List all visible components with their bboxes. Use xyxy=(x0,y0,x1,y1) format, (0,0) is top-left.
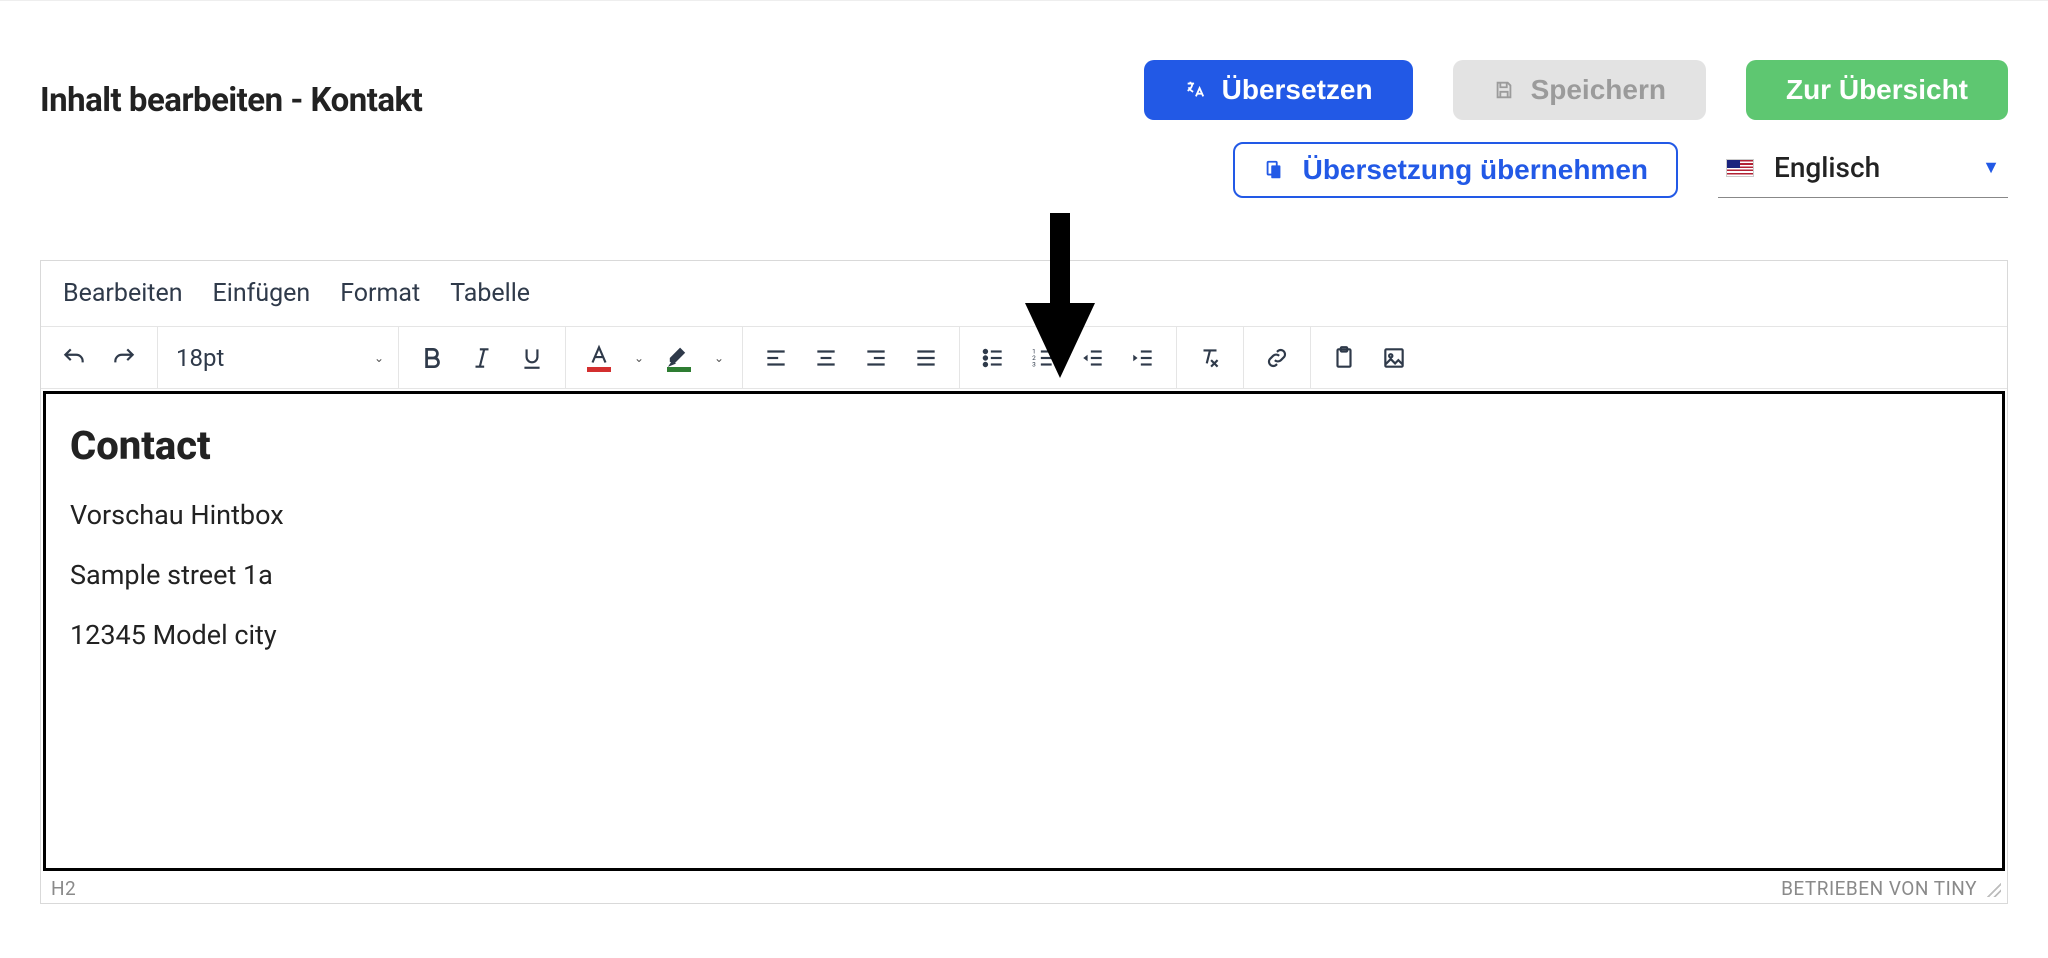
chevron-down-icon: ⌄ xyxy=(714,351,724,365)
numbered-list-button[interactable]: 123 xyxy=(1020,335,1066,381)
editor-statusbar: H2 BETRIEBEN VON TINY xyxy=(41,873,2007,903)
text-color-dropdown[interactable]: ⌄ xyxy=(626,335,652,381)
language-label: Englisch xyxy=(1774,151,1880,184)
clear-formatting-button[interactable] xyxy=(1187,335,1233,381)
undo-button[interactable] xyxy=(51,335,97,381)
flag-icon xyxy=(1726,159,1754,177)
font-size-select[interactable]: 18pt ⌄ xyxy=(158,327,398,388)
align-right-button[interactable] xyxy=(853,335,899,381)
editor-content[interactable]: Contact Vorschau Hintbox Sample street 1… xyxy=(43,391,2005,871)
content-heading: Contact xyxy=(70,422,1978,469)
secondary-row: Übersetzung übernehmen Englisch ▼ xyxy=(40,142,2008,198)
toolbar-clear-group xyxy=(1177,327,1244,388)
chevron-down-icon: ⌄ xyxy=(374,351,384,365)
header-row: Inhalt bearbeiten - Kontakt Übersetzen S… xyxy=(40,1,2008,120)
primary-actions: Übersetzen Speichern Zur Übersicht xyxy=(1144,60,2008,120)
save-button: Speichern xyxy=(1453,60,1706,120)
menu-format[interactable]: Format xyxy=(340,279,420,308)
translate-icon xyxy=(1184,79,1206,101)
highlight-color-button[interactable] xyxy=(656,335,702,381)
toolbar-fontsize-group: 18pt ⌄ xyxy=(158,327,399,388)
link-button[interactable] xyxy=(1254,335,1300,381)
highlight-color-dropdown[interactable]: ⌄ xyxy=(706,335,732,381)
apply-translation-button[interactable]: Übersetzung übernehmen xyxy=(1233,142,1678,198)
editor-menubar: Bearbeiten Einfügen Format Tabelle xyxy=(41,261,2007,327)
overview-button[interactable]: Zur Übersicht xyxy=(1746,60,2008,120)
chevron-down-icon: ⌄ xyxy=(634,351,644,365)
toolbar-list-group: 123 xyxy=(960,327,1177,388)
italic-button[interactable] xyxy=(459,335,505,381)
font-size-value: 18pt xyxy=(176,344,224,372)
align-center-button[interactable] xyxy=(803,335,849,381)
language-select[interactable]: Englisch ▼ xyxy=(1718,142,2008,198)
outdent-button[interactable] xyxy=(1070,335,1116,381)
bullet-list-button[interactable] xyxy=(970,335,1016,381)
editor-toolbar: 18pt ⌄ ⌄ xyxy=(41,327,2007,389)
resize-handle[interactable] xyxy=(1983,879,2001,897)
menu-edit[interactable]: Bearbeiten xyxy=(63,279,183,308)
overview-button-label: Zur Übersicht xyxy=(1786,74,1968,106)
text-color-button[interactable] xyxy=(576,335,622,381)
chevron-down-icon: ▼ xyxy=(1982,157,2000,178)
translate-button[interactable]: Übersetzen xyxy=(1144,60,1413,120)
paste-button[interactable] xyxy=(1321,335,1367,381)
bold-button[interactable] xyxy=(409,335,455,381)
toolbar-color-group: ⌄ ⌄ xyxy=(566,327,743,388)
page-container: Inhalt bearbeiten - Kontakt Übersetzen S… xyxy=(0,0,2048,904)
svg-text:3: 3 xyxy=(1032,360,1036,368)
page-title: Inhalt bearbeiten - Kontakt xyxy=(40,81,422,120)
underline-button[interactable] xyxy=(509,335,555,381)
redo-button[interactable] xyxy=(101,335,147,381)
content-line: Sample street 1a xyxy=(70,559,1978,591)
content-line: 12345 Model city xyxy=(70,619,1978,651)
apply-translation-label: Übersetzung übernehmen xyxy=(1303,154,1648,186)
translate-button-label: Übersetzen xyxy=(1222,74,1373,106)
toolbar-history-group xyxy=(41,327,158,388)
menu-table[interactable]: Tabelle xyxy=(450,279,530,308)
toolbar-link-group xyxy=(1244,327,1311,388)
toolbar-media-group xyxy=(1311,327,1427,388)
save-button-label: Speichern xyxy=(1531,74,1666,106)
content-line: Vorschau Hintbox xyxy=(70,499,1978,531)
toolbar-align-group xyxy=(743,327,960,388)
indent-button[interactable] xyxy=(1120,335,1166,381)
element-path[interactable]: H2 xyxy=(51,877,76,900)
image-button[interactable] xyxy=(1371,335,1417,381)
save-icon xyxy=(1493,79,1515,101)
editor: Bearbeiten Einfügen Format Tabelle 18pt … xyxy=(40,260,2008,904)
copy-icon xyxy=(1263,159,1285,181)
tiny-branding[interactable]: BETRIEBEN VON TINY xyxy=(1781,877,1977,900)
align-justify-button[interactable] xyxy=(903,335,949,381)
menu-insert[interactable]: Einfügen xyxy=(213,279,311,308)
toolbar-text-style-group xyxy=(399,327,566,388)
align-left-button[interactable] xyxy=(753,335,799,381)
